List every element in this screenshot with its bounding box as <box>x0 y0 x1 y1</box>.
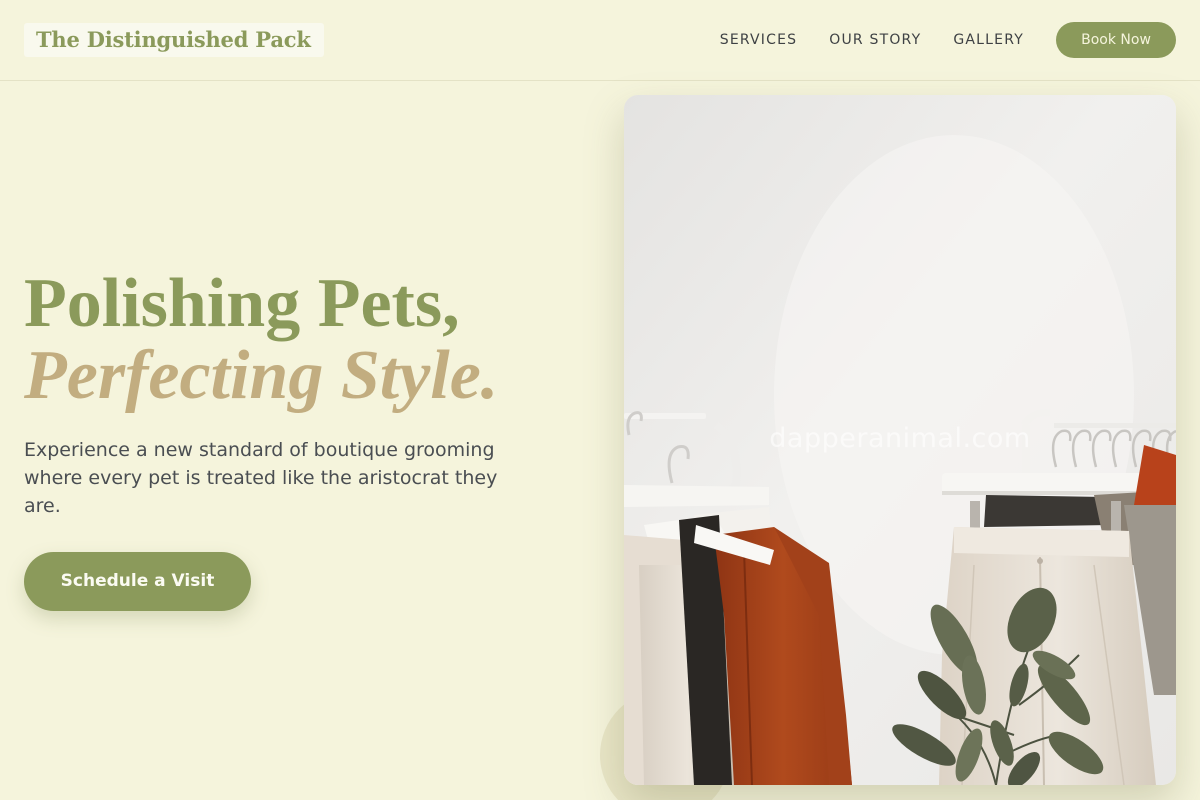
book-now-button[interactable]: Book Now <box>1056 22 1176 58</box>
site-header: The Distinguished Pack SERVICES OUR STOR… <box>0 0 1200 81</box>
nav-link-our-story[interactable]: OUR STORY <box>829 32 921 48</box>
hero-description: Experience a new standard of boutique gr… <box>24 439 498 517</box>
nav-link-services[interactable]: SERVICES <box>720 32 798 48</box>
page: The Distinguished Pack SERVICES OUR STOR… <box>0 0 1200 800</box>
main-nav: SERVICES OUR STORY GALLERY Book Now <box>720 22 1176 58</box>
hero-title: Polishing Pets, Perfecting Style. <box>24 268 498 412</box>
image-watermark: dapperanimal.com <box>769 423 1031 454</box>
hero-title-line-1: Polishing Pets, <box>24 265 460 342</box>
hero-title-line-2: Perfecting Style. <box>24 337 499 414</box>
hero-image: dapperanimal.com <box>624 95 1176 785</box>
brand-logo[interactable]: The Distinguished Pack <box>24 23 324 57</box>
nav-link-gallery[interactable]: GALLERY <box>953 32 1024 48</box>
schedule-visit-button[interactable]: Schedule a Visit <box>24 552 251 611</box>
